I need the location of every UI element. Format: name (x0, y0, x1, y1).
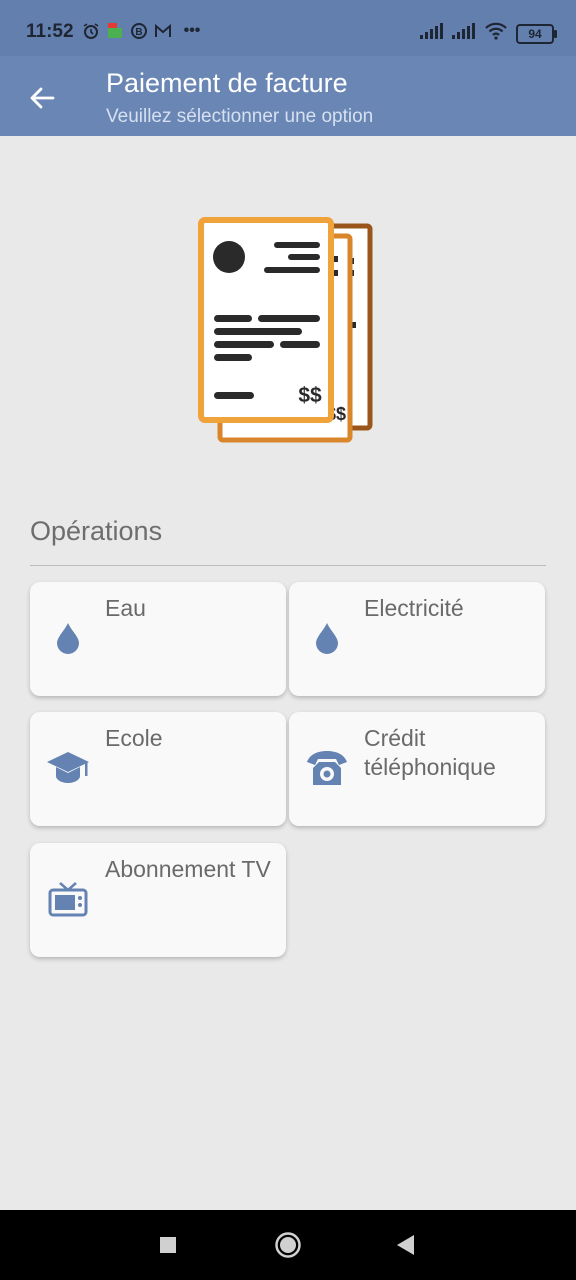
wifi-icon (484, 22, 508, 45)
graduation-cap-icon (40, 740, 96, 796)
operation-card-ecole[interactable]: Ecole (30, 712, 286, 826)
back-button[interactable] (22, 78, 62, 118)
mail-icon (154, 22, 172, 40)
status-bar: 11:52 B ••• 94 (0, 0, 576, 56)
telephone-icon (299, 740, 355, 796)
water-drop-icon (299, 610, 355, 666)
b-circle-icon: B (130, 22, 148, 40)
water-drop-icon (40, 610, 96, 666)
operation-card-abonnement-tv[interactable]: Abonnement TV (30, 843, 286, 957)
home-circle-icon (275, 1232, 301, 1258)
page-subtitle: Veuillez sélectionner une option (106, 106, 374, 127)
page-title: Paiement de facture (106, 68, 348, 98)
operation-label: Crédit téléphonique (364, 725, 496, 780)
battery-icon: 94 (516, 23, 557, 44)
operation-label: Electricité (364, 595, 464, 621)
home-button[interactable] (271, 1228, 305, 1262)
system-icons: 94 (420, 22, 557, 45)
tv-icon (40, 871, 96, 927)
signal-icon-2 (452, 23, 476, 44)
operation-label: Ecole (105, 725, 163, 751)
signal-icon (420, 23, 444, 44)
svg-text:B: B (135, 27, 142, 38)
triangle-back-icon (397, 1235, 414, 1255)
operation-card-credit-telephonique[interactable]: Crédit téléphonique (289, 712, 545, 826)
section-divider (30, 565, 546, 566)
more-notifications-icon: ••• (183, 22, 201, 39)
arrow-left-icon (30, 87, 55, 109)
alarm-icon (82, 22, 100, 40)
app-notification-icon (106, 22, 124, 40)
notification-icons: B ••• (82, 22, 206, 40)
app-bar: Paiement de facture Veuillez sélectionne… (0, 56, 576, 136)
recents-button[interactable] (151, 1228, 185, 1262)
system-nav-bar (0, 1210, 576, 1280)
operation-card-electricite[interactable]: Electricité (289, 582, 545, 696)
square-icon (160, 1237, 176, 1253)
invoice-illustration: $$ $$ (196, 214, 376, 446)
invoice-front-amount: $$ (298, 384, 322, 407)
operation-label: Abonnement TV (105, 856, 271, 882)
operation-card-eau[interactable]: Eau (30, 582, 286, 696)
section-title: Opérations (30, 516, 163, 546)
system-back-button[interactable] (389, 1228, 423, 1262)
operation-label: Eau (105, 595, 146, 621)
status-time: 11:52 (26, 21, 74, 42)
